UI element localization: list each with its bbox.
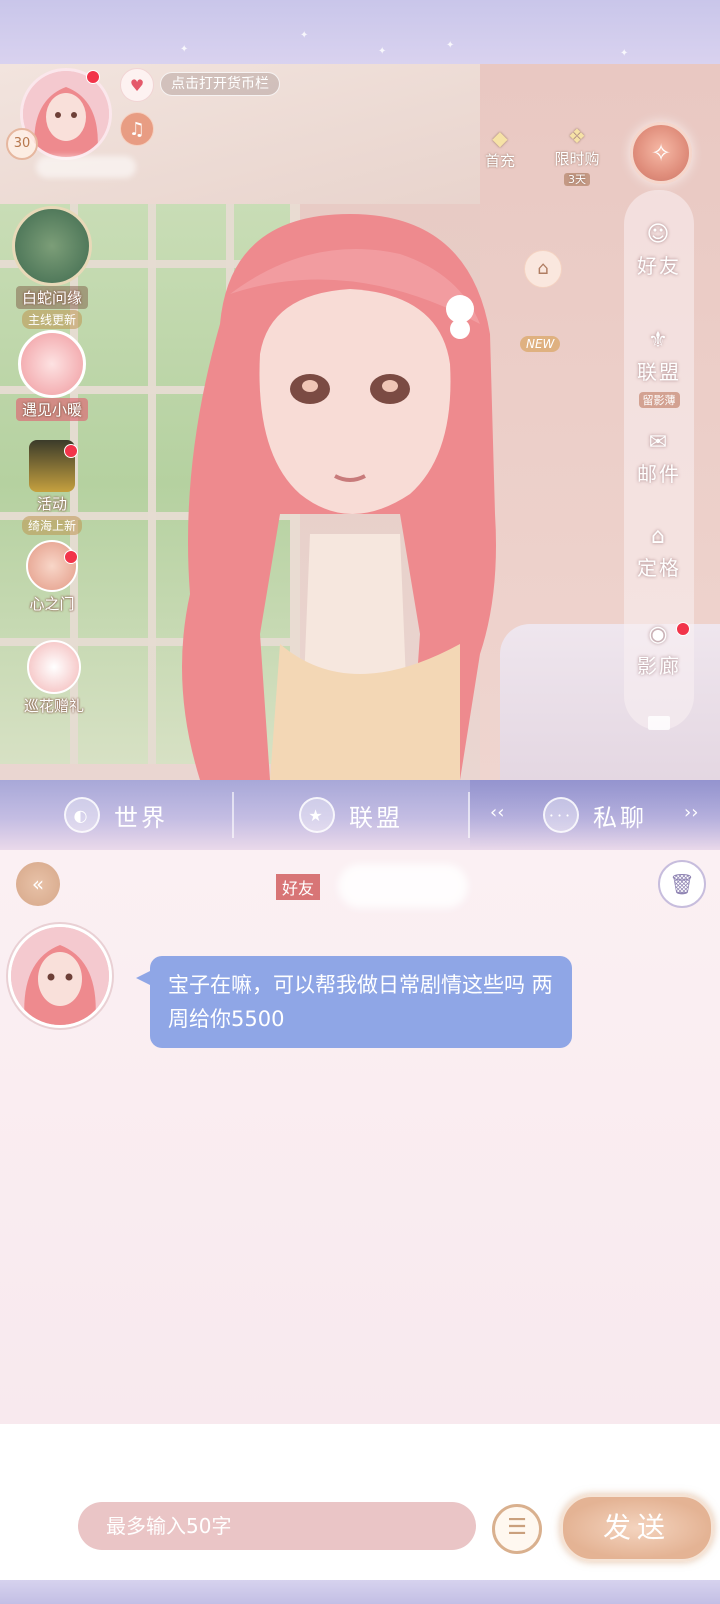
back-button[interactable]: « xyxy=(16,862,60,906)
chevron-right-icon[interactable]: ›› xyxy=(684,802,698,823)
event-flower-gift[interactable]: 巡花赠礼 xyxy=(6,640,102,717)
event-label: 巡花赠礼 xyxy=(23,697,84,715)
tab-alliance[interactable]: ★ 联盟 xyxy=(234,780,468,850)
music-note-icon: ♫ xyxy=(128,118,146,140)
sender-avatar[interactable] xyxy=(8,924,112,1028)
envelope-icon: ✉ xyxy=(648,430,670,455)
gift-icon: ❖ xyxy=(568,124,586,148)
player-level-badge: 30 xyxy=(6,128,38,160)
house-icon: ⌂ xyxy=(651,524,667,549)
tab-private[interactable]: ··· 私聊 xyxy=(470,780,720,850)
chevron-left-icon[interactable]: ‹‹ xyxy=(490,802,504,823)
limited-time-label: 限时购 xyxy=(554,150,600,168)
heart-door-icon xyxy=(26,540,78,592)
rail-mail[interactable]: ✉ 邮件 xyxy=(624,428,694,487)
rail-sublabel: 留影薄 xyxy=(638,392,680,408)
chat-channel-tabs: ◐ 世界 ★ 联盟 ··· 私聊 ‹‹ ›› xyxy=(0,780,720,850)
double-chevron-left-icon: « xyxy=(31,872,45,896)
rail-label: 影廊 xyxy=(637,654,681,678)
event-label: 白蛇问缘 xyxy=(15,286,88,309)
rail-label: 好友 xyxy=(637,254,681,278)
butterfly-icon: ⚜ xyxy=(648,328,670,353)
message-bubble[interactable]: 宝子在嘛，可以帮我做日常剧情这些吗 两周给你5500 xyxy=(136,956,572,1048)
heart-icon: ♥ xyxy=(129,75,145,95)
player-name-blurred xyxy=(36,156,136,178)
event-white-snake[interactable]: 白蛇问缘 主线更新 xyxy=(10,206,94,329)
gallery-notification-dot xyxy=(676,622,690,636)
rail-friends[interactable]: ☺ 好友 xyxy=(624,220,694,279)
message-input[interactable]: 最多输入50字 xyxy=(78,1502,476,1550)
rail-label: 邮件 xyxy=(637,462,681,486)
rail-label: 联盟 xyxy=(637,360,681,384)
bottom-strip xyxy=(0,1580,720,1604)
avatar-notification-dot xyxy=(86,70,100,84)
main-menu-orb[interactable]: ✧ xyxy=(630,122,692,184)
shield-star-icon: ★ xyxy=(299,797,335,833)
chat-area xyxy=(0,850,720,1424)
friend-tag: 好友 xyxy=(276,874,321,900)
event-label: 遇见小暖 xyxy=(15,398,88,421)
limited-time-shop-button[interactable]: ❖ 限时购 3天 xyxy=(542,124,612,187)
send-button[interactable]: 发送 xyxy=(560,1494,714,1562)
friend-icon: ☺ xyxy=(646,222,672,247)
tab-world[interactable]: ◐ 世界 xyxy=(0,780,232,850)
nuan-portrait-icon xyxy=(18,330,86,398)
trash-icon: 🗑 xyxy=(669,872,695,896)
hat-toggle-button[interactable]: ⌂ xyxy=(524,250,562,288)
currency-bar-button[interactable]: 点击打开货币栏 xyxy=(160,72,280,96)
diamond-icon: ◆ xyxy=(492,126,508,150)
flower-icon xyxy=(27,640,81,694)
top-status-strip: ✦ ✦ ✦ ✦ ✦ xyxy=(0,0,720,64)
favorites-heart-button[interactable]: ♥ xyxy=(120,68,154,102)
rail-label: 定格 xyxy=(637,556,681,580)
music-button[interactable]: ♫ xyxy=(120,112,154,146)
limited-days-tag: 3天 xyxy=(564,173,590,186)
quick-phrases-button[interactable]: ☰ xyxy=(492,1504,542,1554)
first-recharge-button[interactable]: ◆ 首充 xyxy=(472,126,528,171)
sender-portrait-icon xyxy=(11,927,109,1025)
activity-notification-dot xyxy=(64,444,78,458)
contact-name-blurred xyxy=(338,864,468,908)
event-sublabel: 绮海上新 xyxy=(21,516,82,535)
event-meet-nuan[interactable]: 遇见小暖 xyxy=(10,330,94,421)
chat-bubble-icon: ··· xyxy=(543,797,579,833)
heart-door-notification-dot xyxy=(64,550,78,564)
rail-alliance[interactable]: ⚜ 联盟 留影薄 xyxy=(624,326,694,409)
tab-label: 私聊 xyxy=(593,803,647,832)
first-recharge-label: 首充 xyxy=(484,152,515,170)
character-model[interactable] xyxy=(160,214,520,780)
event-activity[interactable]: 活动 绮海上新 xyxy=(10,440,94,535)
document-icon[interactable] xyxy=(648,716,670,730)
compass-icon: ✧ xyxy=(650,139,672,167)
tab-label: 联盟 xyxy=(349,803,403,832)
event-heart-door[interactable]: 心之门 xyxy=(10,540,94,615)
white-snake-event-icon xyxy=(12,206,92,286)
new-badge: NEW xyxy=(520,336,561,352)
event-label: 心之门 xyxy=(29,595,75,613)
event-sublabel: 主线更新 xyxy=(21,310,82,329)
list-icon: ☰ xyxy=(507,1515,527,1540)
rail-freeze[interactable]: ⌂ 定格 xyxy=(624,522,694,581)
event-label: 活动 xyxy=(36,495,67,513)
globe-icon: ◐ xyxy=(64,797,100,833)
delete-chat-button[interactable]: 🗑 xyxy=(658,860,706,908)
tab-label: 世界 xyxy=(114,803,168,832)
hat-icon: ⌂ xyxy=(537,258,549,279)
